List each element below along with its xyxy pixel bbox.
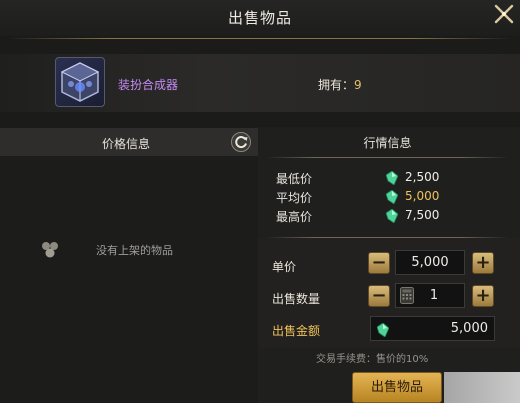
total-label: 出售金额	[272, 324, 321, 338]
lowest-price-label: 最低价	[276, 172, 313, 186]
owned-label: 拥有：	[318, 78, 355, 92]
quantity-decrease-button[interactable]: −	[368, 285, 390, 307]
refresh-icon[interactable]	[230, 131, 252, 153]
market-info-title: 行情信息	[363, 136, 412, 150]
unit-price-input[interactable]: 5,000	[395, 250, 465, 275]
gem-icon	[376, 322, 390, 338]
close-icon[interactable]	[492, 2, 516, 26]
transaction-fee-note: 交易手续费：售价的10%	[316, 354, 429, 365]
total-amount-field: 5,000	[370, 316, 495, 341]
lowest-price-value: 2,500	[405, 170, 440, 184]
average-price-label: 平均价	[276, 191, 313, 205]
owned-count: 拥有：9	[318, 76, 362, 93]
unit-price-label: 单价	[272, 260, 297, 274]
title-divider	[8, 38, 513, 39]
item-cube-icon	[55, 57, 105, 107]
market-divider	[266, 157, 509, 158]
highest-price-value: 7,500	[405, 208, 440, 222]
unit-price-increase-button[interactable]: +	[472, 252, 494, 274]
sell-item-button[interactable]: 出售物品	[352, 372, 442, 403]
calculator-icon[interactable]	[400, 287, 414, 304]
quantity-input[interactable]: 1	[395, 283, 465, 308]
gem-icon	[385, 208, 399, 224]
gem-icon	[385, 170, 399, 186]
total-amount-value: 5,000	[450, 321, 488, 336]
quantity-value: 1	[429, 288, 439, 303]
average-price-value: 5,000	[405, 189, 440, 203]
gem-icon	[385, 189, 399, 205]
window-title: 出售物品	[227, 9, 292, 27]
obscured-region	[444, 372, 520, 403]
unit-price-decrease-button[interactable]: −	[368, 252, 390, 274]
quantity-label: 出售数量	[272, 292, 321, 306]
price-info-title: 价格信息	[101, 137, 150, 151]
empty-box-icon	[39, 238, 61, 260]
owned-count-value: 9	[354, 78, 362, 92]
item-name: 装扮合成器	[118, 78, 179, 92]
empty-listing-text: 没有上架的物品	[96, 244, 173, 257]
highest-price-label: 最高价	[276, 210, 313, 224]
price-info-panel	[0, 127, 258, 403]
quantity-increase-button[interactable]: +	[472, 285, 494, 307]
